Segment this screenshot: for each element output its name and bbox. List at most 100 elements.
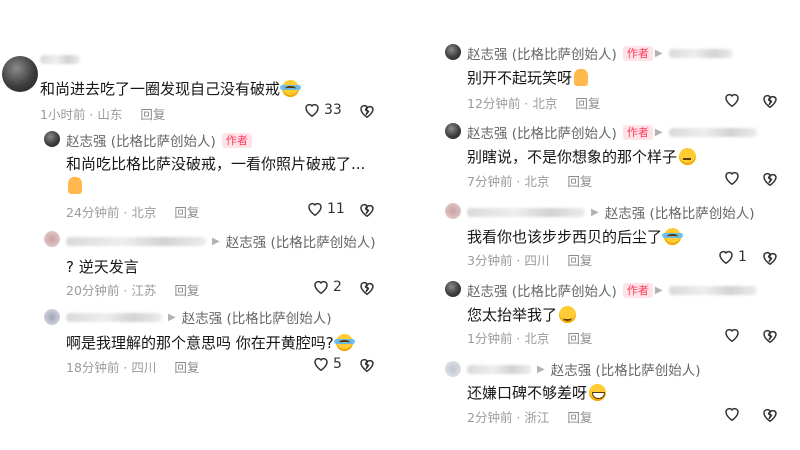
- comment-header: 赵志强 (比格比萨创始人) 作者: [66, 130, 252, 150]
- dislike-button[interactable]: [761, 327, 779, 344]
- reply-button[interactable]: 回复: [575, 96, 600, 111]
- reply-button[interactable]: 回复: [140, 107, 165, 122]
- comment-actions: [723, 169, 744, 186]
- broken-heart-icon: [360, 281, 374, 295]
- comment-header: ▶ 赵志强 (比格比萨创始人): [66, 231, 376, 251]
- comment-header: 赵志强 (比格比萨创始人) 作者 ▶: [467, 43, 737, 63]
- reply-arrow-icon: ▶: [212, 235, 220, 247]
- broken-heart-icon: [763, 329, 777, 343]
- author-avatar[interactable]: [44, 131, 60, 147]
- like-button[interactable]: 5: [312, 355, 342, 372]
- broken-heart-icon: [763, 172, 777, 186]
- author-badge: 作者: [622, 282, 653, 298]
- like-button[interactable]: 2: [312, 278, 342, 295]
- blurred-username: [668, 127, 757, 137]
- comment-actions: 1: [717, 248, 747, 265]
- dislike-button[interactable]: [358, 201, 376, 218]
- author-badge: 作者: [221, 132, 252, 148]
- comment-time-location: 1分钟前 · 北京: [467, 331, 550, 346]
- reply-button[interactable]: 回复: [567, 410, 592, 425]
- like-button[interactable]: [723, 91, 744, 108]
- comment-text: 和尚进去吃了一圈发现自己没有破戒: [40, 78, 302, 99]
- comment-meta: 7分钟前 · 北京 回复: [467, 171, 592, 190]
- heart-icon: [314, 280, 328, 295]
- reply-button[interactable]: 回复: [174, 360, 199, 375]
- smirking-emoji-icon: [559, 306, 577, 323]
- comment-actions: 11: [306, 200, 345, 217]
- broken-heart-icon: [360, 203, 374, 217]
- comment-column-right: 赵志强 (比格比萨创始人) 作者 ▶ 别开不起玩笑呀 12分钟前 · 北京 回复 …: [405, 0, 800, 450]
- author-avatar[interactable]: [445, 44, 461, 60]
- heart-icon: [719, 250, 733, 265]
- heart-icon: [725, 328, 739, 343]
- reply-arrow-icon: ▶: [654, 126, 663, 138]
- broken-heart-icon: [360, 358, 374, 372]
- like-button[interactable]: 11: [306, 200, 345, 217]
- reply-button[interactable]: 回复: [567, 331, 592, 346]
- dislike-button[interactable]: [761, 249, 779, 266]
- reply-arrow-icon: ▶: [654, 284, 663, 296]
- author-name[interactable]: 赵志强 (比格比萨创始人): [467, 122, 617, 142]
- comment-meta: 1小时前 · 山东 回复: [40, 104, 165, 123]
- heart-icon: [725, 171, 739, 186]
- like-button[interactable]: 1: [717, 248, 747, 265]
- comment-time-location: 3分钟前 · 四川: [467, 253, 550, 268]
- like-button[interactable]: [723, 405, 744, 422]
- user-avatar[interactable]: [44, 309, 60, 325]
- reply-arrow-icon: ▶: [537, 363, 545, 375]
- comment-time-location: 24分钟前 · 北京: [66, 205, 157, 220]
- reply-button[interactable]: 回复: [174, 205, 199, 220]
- like-button[interactable]: [723, 326, 744, 343]
- comment-header: 赵志强 (比格比萨创始人) 作者 ▶: [467, 280, 761, 300]
- like-count: 1: [738, 248, 747, 265]
- comment-header: ▶ 赵志强 (比格比萨创始人): [467, 359, 701, 379]
- user-avatar[interactable]: [445, 203, 461, 219]
- author-avatar[interactable]: [445, 123, 461, 139]
- like-button[interactable]: [723, 169, 744, 186]
- author-avatar[interactable]: [445, 281, 461, 297]
- comment-meta: 2分钟前 · 浙江 回复: [467, 407, 592, 426]
- reply-to-name[interactable]: 赵志强 (比格比萨创始人): [182, 307, 332, 327]
- like-count: 2: [333, 278, 342, 295]
- reply-arrow-icon: ▶: [591, 206, 599, 218]
- blurred-username: [668, 285, 757, 295]
- comment-meta: 12分钟前 · 北京 回复: [467, 93, 600, 112]
- reply-button[interactable]: 回复: [567, 174, 592, 189]
- comment-actions: [723, 405, 744, 422]
- comment-time-location: 12分钟前 · 北京: [467, 96, 558, 111]
- reply-to-name[interactable]: 赵志强 (比格比萨创始人): [551, 359, 701, 379]
- author-name[interactable]: 赵志强 (比格比萨创始人): [66, 130, 216, 150]
- author-name[interactable]: 赵志强 (比格比萨创始人): [467, 280, 617, 300]
- comment-text: 啊是我理解的那个意思吗 你在开黄腔吗?: [66, 332, 355, 353]
- grinning-emoji-icon: [589, 384, 607, 401]
- user-avatar[interactable]: [2, 56, 38, 92]
- comment-text-emoji-line: [66, 177, 82, 195]
- like-button[interactable]: 33: [303, 101, 342, 118]
- reply-to-name[interactable]: 赵志强 (比格比萨创始人): [226, 231, 376, 251]
- comment-meta: 3分钟前 · 四川 回复: [467, 250, 592, 269]
- dislike-button[interactable]: [761, 406, 779, 423]
- like-count: 11: [327, 200, 345, 217]
- user-avatar[interactable]: [44, 231, 60, 247]
- comment-text: ? 逆天发言: [66, 258, 139, 276]
- comment-text: 我看你也该步步西贝的后尘了: [467, 226, 684, 247]
- blurred-username: [66, 236, 206, 246]
- dislike-button[interactable]: [358, 356, 376, 373]
- heart-icon: [308, 202, 322, 217]
- dislike-button[interactable]: [761, 92, 779, 109]
- praying-hands-emoji-icon: [574, 69, 589, 86]
- broken-heart-icon: [763, 408, 777, 422]
- dislike-button[interactable]: [358, 279, 376, 296]
- reply-button[interactable]: 回复: [567, 253, 592, 268]
- comment-actions: 33: [303, 101, 342, 118]
- dislike-button[interactable]: [761, 170, 779, 187]
- author-name[interactable]: 赵志强 (比格比萨创始人): [467, 43, 617, 63]
- reply-arrow-icon: ▶: [654, 47, 663, 59]
- reply-to-name[interactable]: 赵志强 (比格比萨创始人): [605, 202, 755, 222]
- dislike-button[interactable]: [358, 102, 376, 119]
- comment-actions: 5: [312, 355, 342, 372]
- user-avatar[interactable]: [445, 361, 461, 377]
- reply-button[interactable]: 回复: [174, 283, 199, 298]
- praying-hands-emoji-icon: [68, 177, 82, 194]
- comment-text: 别开不起玩笑呀: [467, 67, 589, 88]
